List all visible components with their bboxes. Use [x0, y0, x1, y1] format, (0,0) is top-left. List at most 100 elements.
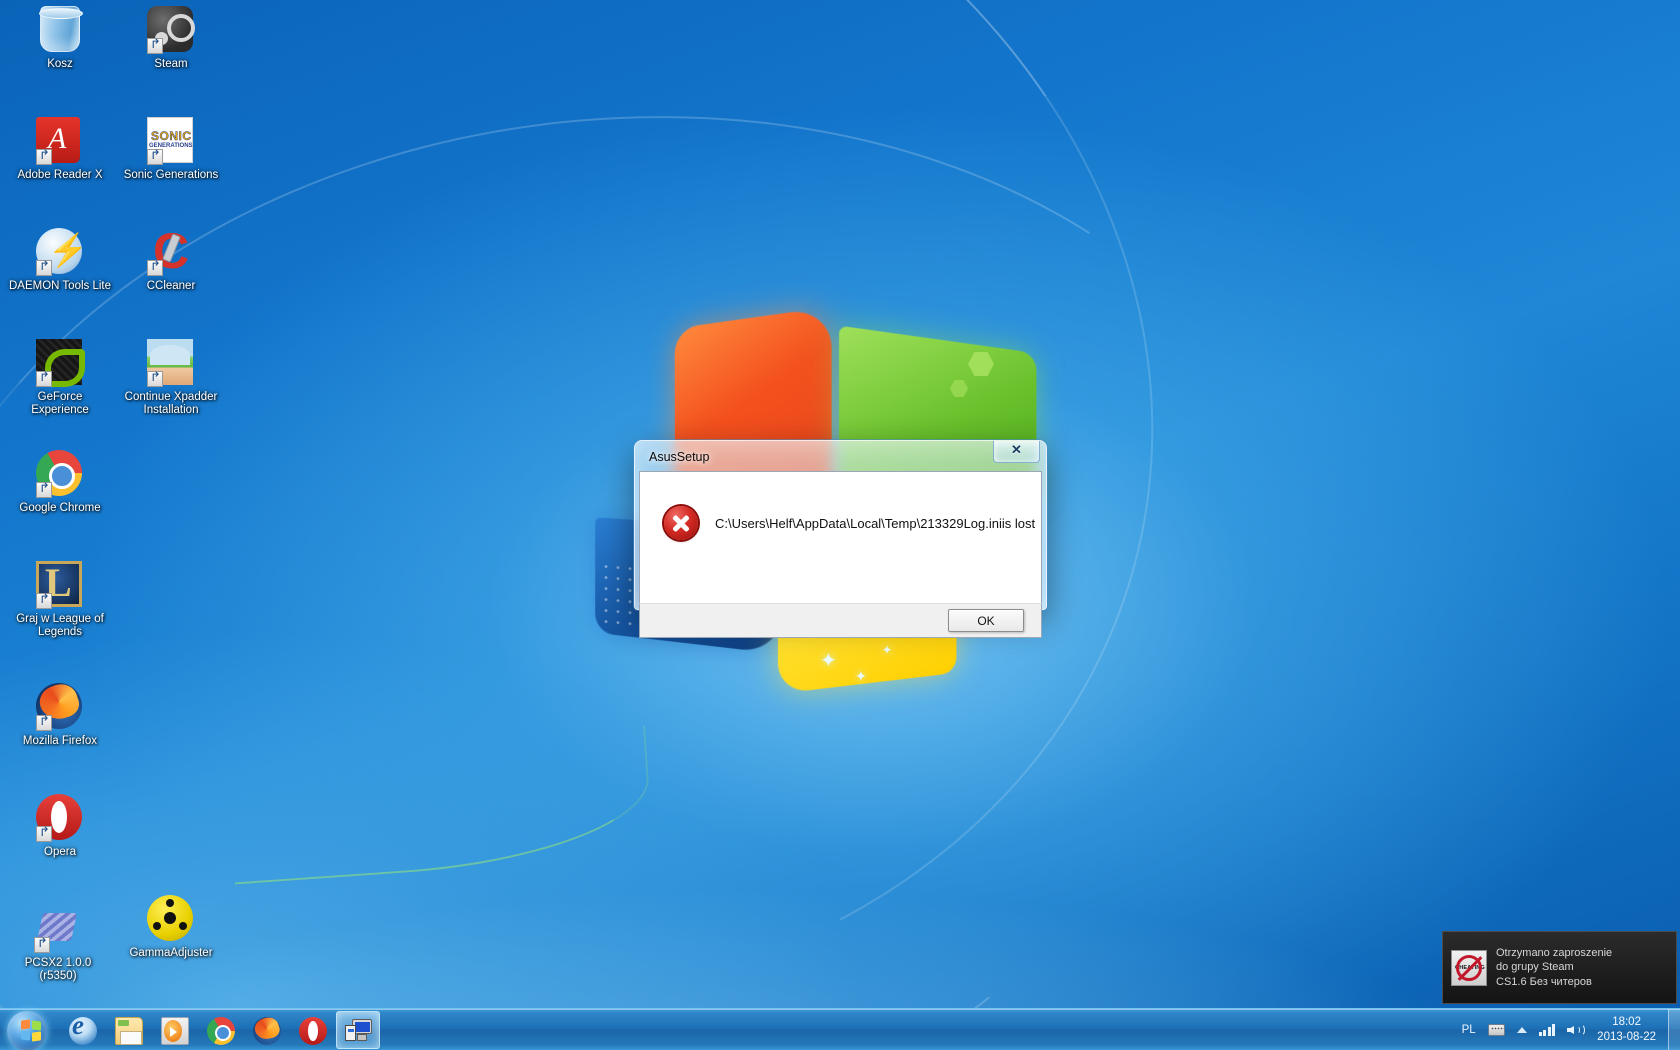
shortcut-overlay-icon [36, 371, 52, 387]
taskbar[interactable]: PL 18:02 2013-08-22 [0, 1008, 1680, 1050]
close-button[interactable]: ✕ [993, 441, 1040, 463]
desktop-icon-label: GeForce Experience [31, 391, 89, 416]
google-chrome-icon [36, 450, 84, 498]
desktop-icon-grid: Kosz Steam Adobe Reader X Sonic Generations… [0, 0, 230, 983]
desktop-icon-pcsx2[interactable]: PCSX2 1.0.0 (r5350) [6, 905, 110, 983]
steam-notification-toast[interactable]: CHEATING Otrzymano zaproszenie do grupy … [1442, 931, 1677, 1004]
pcsx2-icon [34, 905, 82, 953]
desktop-icon-recycle-bin[interactable]: Kosz [8, 6, 112, 71]
mozilla-firefox-icon [36, 683, 84, 731]
language-indicator[interactable]: PL [1456, 1009, 1482, 1050]
desktop-icon-geforce-experience[interactable]: GeForce Experience [8, 339, 112, 417]
error-icon [664, 506, 698, 540]
taskbar-windows-explorer-icon [115, 1016, 143, 1045]
start-button[interactable] [1, 1010, 53, 1050]
desktop-icon-label: Mozilla Firefox [22, 735, 98, 747]
opera-icon [36, 794, 84, 842]
league-of-legends-icon [36, 561, 84, 609]
toast-text: Otrzymano zaproszenie do grupy Steam CS1… [1496, 946, 1612, 990]
volume-icon[interactable] [1561, 1009, 1591, 1050]
taskbar-google-chrome[interactable] [198, 1011, 242, 1049]
chevron-up-icon[interactable] [1511, 1009, 1533, 1050]
taskbar-asus-setup[interactable] [336, 1010, 380, 1049]
xpadder-icon [147, 339, 195, 387]
sparkle-icon: ✦ [882, 643, 893, 657]
no-cheating-icon: CHEATING [1451, 949, 1487, 986]
clock[interactable]: 18:02 2013-08-22 [1591, 1015, 1666, 1045]
taskbar-google-chrome-icon [207, 1016, 235, 1045]
desktop-icon-label: DAEMON Tools Lite [8, 280, 112, 292]
sparkle-icon: ✦ [855, 668, 867, 684]
gamma-adjuster-icon [147, 895, 195, 943]
shortcut-overlay-icon [36, 826, 52, 842]
shortcut-overlay-icon [36, 715, 52, 731]
desktop[interactable]: ✦ ✦ ✦ Kosz Steam Adobe Reader X Sonic Gener… [0, 0, 1680, 1050]
close-icon: ✕ [1011, 442, 1022, 457]
recycle-bin-icon [36, 6, 84, 54]
shortcut-overlay-icon [36, 260, 52, 276]
dialog-title-bar[interactable]: AsusSetup ✕ [639, 441, 1042, 471]
adobe-reader-icon [36, 117, 84, 165]
taskbar-mozilla-firefox[interactable] [244, 1011, 288, 1049]
network-signal-icon[interactable] [1533, 1009, 1562, 1050]
taskbar-buttons [59, 1010, 381, 1049]
taskbar-internet-explorer[interactable] [60, 1010, 104, 1049]
setup-icon [345, 1017, 373, 1045]
keyboard-icon[interactable] [1482, 1009, 1511, 1050]
dialog-message: C:\Users\Helf\AppData\Local\Temp\213329L… [715, 515, 1036, 531]
windows-flag-icon [21, 1018, 43, 1042]
taskbar-windows-media-player-icon [161, 1016, 189, 1045]
toast-line-2: do grupy Steam [1496, 961, 1574, 974]
sonic-generations-icon [147, 117, 195, 165]
shortcut-overlay-icon [147, 149, 163, 165]
taskbar-opera-icon [299, 1016, 327, 1045]
shortcut-overlay-icon [147, 371, 163, 387]
desktop-icon-google-chrome[interactable]: Google Chrome [8, 450, 112, 515]
desktop-icon-steam[interactable]: Steam [119, 6, 223, 71]
shortcut-overlay-icon [147, 260, 163, 276]
ok-button[interactable]: OK [948, 609, 1024, 632]
desktop-icon-label: Google Chrome [19, 502, 101, 514]
desktop-icon-label: Kosz [47, 58, 73, 70]
desktop-icon-label: Steam [154, 58, 188, 70]
dialog-body: C:\Users\Helf\AppData\Local\Temp\213329L… [639, 471, 1042, 603]
clock-time: 18:02 [1612, 1015, 1641, 1028]
taskbar-internet-explorer-icon [69, 1010, 97, 1045]
desktop-icon-label: GammaAdjuster [129, 947, 213, 959]
shortcut-overlay-icon [34, 937, 50, 953]
taskbar-opera[interactable] [290, 1011, 334, 1049]
taskbar-windows-media-player[interactable] [152, 1011, 196, 1049]
taskbar-windows-explorer[interactable] [106, 1011, 150, 1049]
taskbar-mozilla-firefox-icon [253, 1016, 281, 1045]
sparkle-icon: ✦ [820, 650, 837, 672]
shortcut-overlay-icon [36, 149, 52, 165]
asus-setup-dialog[interactable]: AsusSetup ✕ C:\Users\Helf\AppData\Local\… [634, 440, 1047, 638]
desktop-icon-label: Adobe Reader X [17, 169, 103, 181]
start-orb-icon [7, 1010, 47, 1050]
desktop-icon-league-of-legends[interactable]: Graj w League of Legends [8, 561, 112, 639]
dialog-title: AsusSetup [649, 450, 710, 464]
shortcut-overlay-icon [147, 38, 163, 54]
desktop-icon-label: Graj w League of Legends [16, 613, 104, 638]
desktop-icon-sonic-generations[interactable]: Sonic Generations [119, 117, 223, 182]
ccleaner-icon [147, 228, 195, 276]
toast-line-3: CS1.6 Без читеров [1496, 975, 1592, 988]
desktop-icon-mozilla-firefox[interactable]: Mozilla Firefox [8, 683, 112, 748]
system-tray: PL 18:02 2013-08-22 [1456, 1009, 1680, 1050]
desktop-icon-xpadder[interactable]: Continue Xpadder Installation [119, 339, 223, 417]
desktop-icon-ccleaner[interactable]: CCleaner [119, 228, 223, 293]
clock-date: 2013-08-22 [1597, 1030, 1656, 1043]
show-desktop-button[interactable] [1668, 1009, 1680, 1050]
dialog-message-row: C:\Users\Helf\AppData\Local\Temp\213329L… [640, 472, 1035, 540]
desktop-icon-gamma-adjuster[interactable]: GammaAdjuster [119, 895, 223, 960]
desktop-icon-daemon-tools[interactable]: DAEMON Tools Lite [8, 228, 112, 293]
desktop-icon-label: Opera [44, 846, 76, 858]
dialog-footer: OK [639, 603, 1042, 638]
desktop-icon-adobe-reader[interactable]: Adobe Reader X [8, 117, 112, 182]
shortcut-overlay-icon [36, 482, 52, 498]
desktop-icon-opera[interactable]: Opera [8, 794, 112, 859]
geforce-experience-icon [36, 339, 84, 387]
desktop-icon-label: Sonic Generations [123, 169, 219, 181]
toast-line-1: Otrzymano zaproszenie [1496, 946, 1613, 959]
desktop-icon-label: Continue Xpadder Installation [124, 391, 218, 416]
